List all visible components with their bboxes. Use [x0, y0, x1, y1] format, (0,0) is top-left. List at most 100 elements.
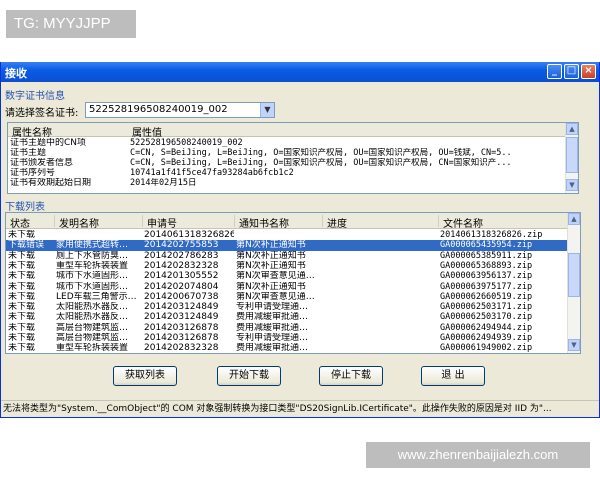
row-file-name: 2014061318326826.zip	[440, 230, 543, 240]
row-status: 未下载	[8, 271, 36, 282]
download-row[interactable]: 未下载高层台物建筑监…2014203126878专利申请受理通…0.0%GA00…	[6, 333, 568, 344]
download-row[interactable]: 未下载太阳能热水器反…2014203124849费用减缓审批通…0.0%GA00…	[6, 312, 568, 323]
row-application-no: 2014202074804	[144, 281, 219, 292]
col-property-value[interactable]: 属性值	[132, 124, 162, 139]
watermark-tag: TG: MYYJJPP	[6, 10, 136, 38]
row-application-no: 2014061318326826	[144, 230, 234, 240]
chevron-down-icon[interactable]: ▼	[260, 103, 274, 117]
row-status: 未下载	[8, 230, 36, 240]
row-application-no: 2014200670738	[144, 291, 219, 302]
row-notice-name: 第N次补正通知书	[236, 260, 306, 271]
row-application-no: 2014202832328	[144, 260, 219, 271]
row-file-name: GA000062660519.zip	[440, 291, 533, 302]
row-file-name: GA000062494939.zip	[440, 333, 533, 343]
row-application-no: 2014203124849	[144, 312, 219, 323]
fetch-list-button[interactable]: 获取列表	[113, 366, 177, 386]
download-row[interactable]: 未下载LED车载三角警示…2014200670738第N次审查意见通…0.0%G…	[6, 292, 568, 303]
row-notice-name: 专利申请受理通…	[236, 302, 309, 313]
exit-button[interactable]: 退 出	[421, 366, 485, 386]
row-invention-name: 高层台物建筑监…	[56, 322, 129, 333]
row-invention-name: 高层台物建筑监…	[56, 333, 129, 343]
row-application-no: 2014201305552	[144, 271, 219, 282]
stop-download-button[interactable]: 停止下载	[319, 366, 383, 386]
start-download-button[interactable]: 开始下载	[217, 366, 281, 386]
property-value: 2014年02月15日	[130, 178, 197, 188]
row-notice-name: 第N次审查意见通…	[236, 291, 315, 302]
col-status[interactable]: 状态	[6, 215, 30, 230]
download-row[interactable]: 未下载高层台物建筑监…2014203126878费用减缓审批通…0.0%GA00…	[6, 323, 568, 334]
maximize-icon[interactable]: □	[564, 64, 579, 79]
row-invention-name: 厕上下水管防臭…	[56, 250, 129, 261]
col-invention-name[interactable]: 发明名称	[54, 215, 99, 230]
download-row[interactable]: 未下载城市下水道固形…2014201305552第N次审查意见通…0.0%GA0…	[6, 271, 568, 282]
row-file-name: GA000063956137.zip	[440, 271, 533, 282]
download-row[interactable]: 未下载20140613183268260.0%2014061318326826.…	[6, 230, 568, 241]
property-name: 证书主题	[10, 148, 47, 158]
scroll-thumb[interactable]	[568, 253, 580, 297]
scroll-thumb[interactable]	[566, 137, 578, 173]
row-invention-name: 重型车轮拆装装置	[56, 343, 129, 354]
cert-select[interactable]: 522528196508240019_002 ▼	[85, 102, 275, 118]
row-application-no: 2014203124849	[144, 302, 219, 313]
property-scrollbar[interactable]: ▲ ▼	[565, 123, 578, 193]
col-application-no[interactable]: 申请号	[142, 215, 177, 230]
minimize-icon[interactable]: _	[547, 64, 562, 79]
property-row[interactable]: 证书颁发者信息 C=CN, S=BeiJing, L=BeiJing, O=国家知…	[8, 158, 566, 168]
row-status: 未下载	[8, 343, 36, 354]
cert-property-table: 属性名称 属性值 证书主题中的CN项 522528196508240019_002…	[7, 122, 579, 194]
download-scrollbar[interactable]: ▲ ▼	[567, 213, 580, 353]
scroll-up-icon[interactable]: ▲	[566, 123, 578, 135]
col-progress[interactable]: 进度	[322, 215, 347, 230]
property-table-header: 属性名称 属性值	[8, 123, 566, 139]
download-row[interactable]: 未下载太阳能热水器反…2014203124849专利申请受理通…0.0%GA00…	[6, 302, 568, 313]
property-value: C=CN, S=BeiJing, L=BeiJing, O=国家知识产权局, O…	[130, 158, 512, 168]
property-name: 证书颁发者信息	[10, 158, 74, 168]
status-bar: 无法将类型为"System.__ComObject"的 COM 对象强制转换为接…	[1, 400, 599, 416]
property-row[interactable]: 证书有效期起始日期 2014年02月15日	[8, 178, 566, 188]
row-invention-name: 太阳能热水器反…	[56, 312, 129, 323]
property-row[interactable]: 证书主题 C=CN, S=BeiJing, L=BeiJing, O=国家知识产权…	[8, 148, 566, 158]
row-status: 未下载	[8, 291, 36, 302]
property-name: 证书主题中的CN项	[10, 138, 87, 148]
row-status: 未下载	[8, 322, 36, 333]
close-icon[interactable]: ×	[581, 64, 596, 79]
row-application-no: 2014202832328	[144, 343, 219, 354]
property-value: C=CN, S=BeiJing, L=BeiJing, O=国家知识产权局, O…	[130, 148, 512, 158]
download-list-header: 状态 发明名称 申请号 通知书名称 进度 文件名称	[6, 213, 568, 230]
cert-group-title: 数字证书信息	[5, 91, 65, 102]
col-property-name[interactable]: 属性名称	[12, 124, 52, 139]
property-row[interactable]: 证书主题中的CN项 522528196508240019_002	[8, 138, 566, 148]
row-file-name: GA000065368893.zip	[440, 260, 533, 271]
scroll-up-icon[interactable]: ▲	[568, 213, 580, 225]
download-row[interactable]: 下载错误家用便携式超转…2014202755853第N次补正通知书0.0%GA0…	[6, 240, 568, 251]
download-row[interactable]: 未下载城市下水道固形…2014202074804第N次补正通知书0.0%GA00…	[6, 282, 568, 293]
row-notice-name: 第N次补正通知书	[236, 250, 306, 261]
scroll-down-icon[interactable]: ▼	[568, 339, 580, 351]
receive-window: 接收 _ □ × 数字证书信息 请选择签名证书: 522528196508240…	[0, 62, 600, 418]
property-row[interactable]: 证书序列号 10741a1f41f5ce47fa93284ab6fcb1c2	[8, 168, 566, 178]
row-file-name: GA000065435954.zip	[440, 240, 533, 251]
col-notice-name[interactable]: 通知书名称	[234, 215, 289, 230]
row-notice-name: 第N次补正通知书	[236, 240, 306, 251]
row-file-name: GA000062503170.zip	[440, 312, 533, 323]
property-name: 证书序列号	[10, 168, 56, 178]
cert-select-label: 请选择签名证书:	[5, 108, 79, 119]
row-invention-name: LED车载三角警示…	[56, 291, 137, 302]
scroll-down-icon[interactable]: ▼	[566, 179, 578, 191]
row-status: 未下载	[8, 312, 36, 323]
row-file-name: GA000062503171.zip	[440, 302, 533, 313]
row-file-name: GA000065385911.zip	[440, 250, 533, 261]
download-group-title: 下载列表	[5, 202, 45, 213]
download-row[interactable]: 未下载重型车轮拆装装置2014202832328费用减缓审批通…0.0%GA00…	[6, 343, 568, 354]
row-status: 未下载	[8, 302, 36, 313]
title-bar[interactable]: 接收 _ □ ×	[1, 62, 599, 82]
row-notice-name: 费用减缓审批通…	[236, 312, 309, 323]
download-row[interactable]: 未下载厕上下水管防臭…2014202786283第N次补正通知书0.0%GA00…	[6, 251, 568, 262]
row-notice-name: 费用减缓审批通…	[236, 343, 309, 354]
row-status: 未下载	[8, 281, 36, 292]
col-file-name[interactable]: 文件名称	[438, 215, 483, 230]
row-file-name: GA000063975177.zip	[440, 281, 533, 292]
download-row[interactable]: 未下载重型车轮拆装装置2014202832328第N次补正通知书0.0%GA00…	[6, 261, 568, 272]
row-notice-name: 第N次审查意见通…	[236, 271, 315, 282]
row-invention-name: 重型车轮拆装装置	[56, 260, 129, 271]
